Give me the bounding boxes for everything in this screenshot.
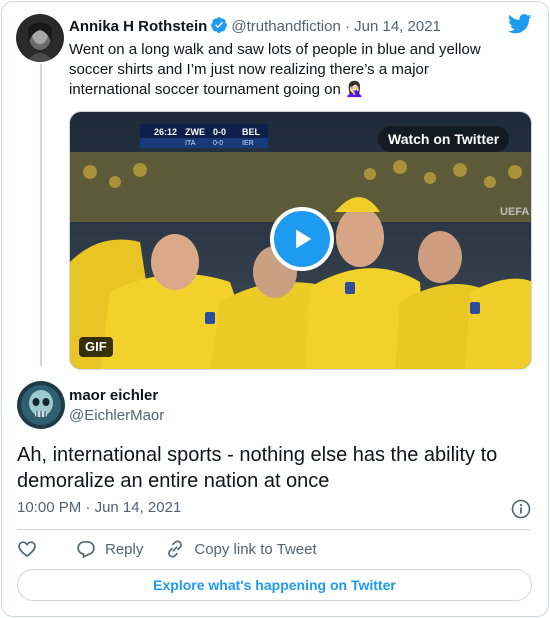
copy-link-button[interactable]: Copy link to Tweet xyxy=(165,539,317,559)
tweet-timestamp[interactable]: 10:00 PM · Jun 14, 2021 xyxy=(17,499,181,516)
main-tweet-text: Ah, international sports - nothing else … xyxy=(17,444,498,492)
scoreboard-sub-home: ITA xyxy=(185,140,196,147)
reply-button[interactable]: Reply xyxy=(76,539,143,559)
maor-avatar[interactable] xyxy=(17,381,65,429)
scoreboard-sub-score: 0-0 xyxy=(213,140,223,147)
annika-avatar[interactable] xyxy=(16,14,64,62)
reply-icon xyxy=(77,541,95,559)
main-author-handle[interactable]: @EichlerMaor xyxy=(69,407,164,424)
verified-badge-icon xyxy=(210,16,228,38)
scoreboard-score: 0-0 xyxy=(213,127,226,137)
quoted-author-handle[interactable]: @truthandfiction xyxy=(231,18,340,35)
uefa-watermark: UEFA xyxy=(500,206,529,218)
explore-twitter-button[interactable]: Explore what's happening on Twitter xyxy=(17,569,532,601)
twitter-bird-icon[interactable] xyxy=(507,14,532,39)
link-icon xyxy=(168,540,183,558)
divider xyxy=(17,529,531,530)
quoted-tweet-date[interactable]: Jun 14, 2021 xyxy=(354,18,441,35)
separator-dot: · xyxy=(340,18,355,35)
info-icon[interactable] xyxy=(511,499,531,524)
reply-label: Reply xyxy=(105,540,144,558)
scoreboard-sub-away: IER xyxy=(242,140,254,147)
quoted-tweet-text: Went on a long walk and saw lots of peop… xyxy=(69,41,481,98)
play-icon xyxy=(296,229,312,249)
like-button[interactable] xyxy=(17,539,46,559)
thread-connector-line xyxy=(40,64,42,366)
watch-on-twitter-button[interactable]: Watch on Twitter xyxy=(378,126,510,152)
scoreboard-away: BEL xyxy=(242,127,261,137)
heart-icon xyxy=(18,541,36,558)
copy-link-label: Copy link to Tweet xyxy=(194,540,317,558)
main-author-name[interactable]: maor eichler xyxy=(69,387,158,404)
tweet-time: 10:00 PM xyxy=(17,499,82,516)
scoreboard-clock: 26:12 xyxy=(154,127,177,137)
tweet-actions: Reply Copy link to Tweet xyxy=(17,539,317,559)
tweet-date: Jun 14, 2021 xyxy=(94,499,182,516)
scoreboard-home: ZWE xyxy=(185,127,205,137)
quoted-author-name[interactable]: Annika H Rothstein xyxy=(69,18,207,35)
quoted-tweet-header: Annika H Rothstein @truthandfiction · Jun… xyxy=(69,16,441,38)
gif-badge: GIF xyxy=(79,337,113,357)
play-button[interactable] xyxy=(270,207,334,271)
timestamp-separator: · xyxy=(81,499,95,516)
